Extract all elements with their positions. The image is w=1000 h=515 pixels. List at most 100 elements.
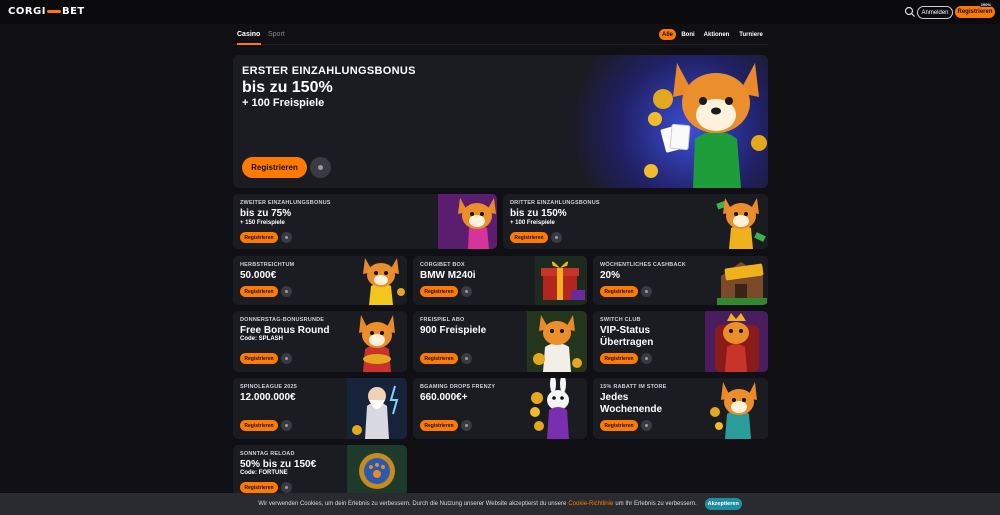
filter-turniere[interactable]: Turniere [737, 29, 765, 40]
promo-card-sunday-reload[interactable]: SONNTAG RELOAD 50% bis zu 150€ Code: FOR… [233, 445, 407, 495]
promo-title-line-2: Wochenende [600, 404, 663, 415]
info-icon [645, 357, 648, 360]
top-bar: CORGI BET Anmelden Registrieren 100% [0, 0, 1000, 24]
info-icon [285, 236, 288, 239]
register-button-label: Registrieren [957, 9, 993, 15]
promo-title: 50% bis zu 150€ [240, 459, 317, 470]
promo-register-button[interactable]: Registrieren [510, 232, 548, 243]
info-icon [285, 290, 288, 293]
promo-register-button[interactable]: Registrieren [240, 286, 278, 297]
logo-text-right: BET [61, 6, 85, 17]
cookie-accept-button[interactable]: Akzeptieren [704, 498, 742, 510]
corgi-autumn-illustration [363, 258, 405, 305]
corgi-teal-illustration [710, 382, 757, 439]
promo-card-weekly-cashback[interactable]: WÖCHENTLICHES CASHBACK 20% Registrieren [593, 256, 768, 305]
promo-title: Free Bonus Round [240, 325, 330, 336]
promo-info-button[interactable] [281, 353, 292, 364]
promo-info-button[interactable] [641, 353, 652, 364]
promo-kicker: FREISPIEL ABO [420, 317, 465, 323]
promo-extra: Code: SPLASH [240, 336, 284, 342]
promo-title: Jedes Wochenende [600, 392, 662, 416]
filter-aktionen[interactable]: Aktionen [702, 29, 731, 40]
paw-medallion-illustration [347, 445, 407, 495]
register-badge: 100% [978, 2, 993, 7]
promo-info-button[interactable] [461, 420, 472, 431]
cashback-house-illustration [717, 262, 767, 305]
filter-boni[interactable]: Boni [680, 29, 696, 40]
promo-kicker: DONNERSTAG-BONUSRUNDE [240, 317, 325, 323]
corgi-pharaoh-illustration [527, 311, 587, 372]
promo-register-button[interactable]: Registrieren [420, 353, 458, 364]
promo-info-button[interactable] [641, 420, 652, 431]
cookie-text: Wir verwenden Cookies, um dein Erlebnis … [258, 501, 567, 507]
promo-info-button[interactable] [461, 353, 472, 364]
info-icon [318, 165, 323, 170]
logo-bone-icon [46, 10, 61, 13]
hero-kicker: ERSTER EINZAHLUNGSBONUS [242, 65, 416, 77]
promo-info-button[interactable] [641, 286, 652, 297]
promo-kicker: SONNTAG RELOAD [240, 451, 295, 457]
promo-kicker: BGAMING DROPS FRENZY [420, 384, 496, 390]
promo-title: 900 Freispiele [420, 325, 487, 336]
promo-register-button[interactable]: Registrieren [240, 482, 278, 493]
promo-card-freispiel-abo[interactable]: FREISPIEL ABO 900 Freispiele Registriere… [413, 311, 587, 372]
info-icon [465, 424, 468, 427]
hero-info-button[interactable] [310, 157, 331, 178]
promo-title-line-1: VIP-Status [600, 325, 651, 336]
promo-card-corgibet-box[interactable]: CORGIBET BOX BMW M240i Registrieren [413, 256, 587, 305]
promo-title-line-1: Jedes [600, 392, 629, 403]
promo-kicker: SPINOLEAGUE 2025 [240, 384, 297, 390]
promo-register-button[interactable]: Registrieren [240, 232, 278, 243]
promo-title: 660.000€+ [420, 392, 468, 403]
tab-sport[interactable]: Sport [268, 31, 285, 38]
promo-info-button[interactable] [281, 286, 292, 297]
promo-info-button[interactable] [281, 232, 292, 243]
promo-extra: + 150 Freispiele [240, 220, 285, 226]
promo-kicker: CORGIBET BOX [420, 262, 465, 268]
cookie-policy-link[interactable]: Cookie-Richtlinie [568, 501, 613, 507]
promo-register-button[interactable]: Registrieren [600, 286, 638, 297]
promo-register-button[interactable]: Registrieren [600, 420, 638, 431]
info-icon [645, 424, 648, 427]
promo-kicker: 15% RABATT IM STORE [600, 384, 667, 390]
promo-info-button[interactable] [551, 232, 562, 243]
logo[interactable]: CORGI BET [8, 6, 85, 17]
promo-kicker: WÖCHENTLICHES CASHBACK [600, 262, 686, 268]
corgi-mascot-illustration [644, 63, 767, 188]
promo-title: 50.000€ [240, 270, 277, 281]
promo-card-store-discount[interactable]: 15% RABATT IM STORE Jedes Wochenende Regi… [593, 378, 768, 439]
search-icon[interactable] [904, 6, 916, 18]
promo-card-bgaming-drops[interactable]: BGAMING DROPS FRENZY 660.000€+ Registrie… [413, 378, 587, 439]
promo-card-second-deposit[interactable]: ZWEITER EINZAHLUNGSBONUS bis zu 75% + 15… [233, 194, 497, 249]
promo-kicker: ZWEITER EINZAHLUNGSBONUS [240, 200, 331, 206]
promo-card-herbstreichtum[interactable]: HERBSTREICHTUM 50.000€ Registrieren [233, 256, 407, 305]
promo-info-button[interactable] [461, 286, 472, 297]
promo-card-spinoleague[interactable]: SPINOLEAGUE 2025 12.000.000€ Registriere… [233, 378, 407, 439]
promo-card-switch-club[interactable]: SWITCH CLUB VIP-Status Übertragen Registr… [593, 311, 768, 372]
hero-register-button[interactable]: Registrieren [242, 157, 307, 178]
promo-register-button[interactable]: Registrieren [420, 286, 458, 297]
zeus-illustration [347, 378, 407, 439]
corgi-chef-illustration [359, 315, 395, 372]
cookie-text-end: um Ihr Erlebnis zu verbessern. [615, 501, 697, 507]
promo-register-button[interactable]: Registrieren [420, 420, 458, 431]
info-icon [465, 357, 468, 360]
promo-card-third-deposit[interactable]: DRITTER EINZAHLUNGSBONUS bis zu 150% + 1… [503, 194, 768, 249]
tab-casino[interactable]: Casino [237, 31, 260, 38]
promo-kicker: DRITTER EINZAHLUNGSBONUS [510, 200, 600, 206]
promo-register-button[interactable]: Registrieren [240, 420, 278, 431]
register-button[interactable]: Registrieren 100% [955, 2, 995, 18]
promo-register-button[interactable]: Registrieren [240, 353, 278, 364]
promo-kicker: SWITCH CLUB [600, 317, 641, 323]
active-tab-indicator [237, 43, 261, 45]
hero-banner: ERSTER EINZAHLUNGSBONUS bis zu 150% + 10… [233, 55, 768, 188]
promo-title: BMW M240i [420, 270, 476, 281]
promo-info-button[interactable] [281, 482, 292, 493]
filter-alle[interactable]: Alle [659, 29, 676, 40]
promo-card-thursday-bonus[interactable]: DONNERSTAG-BONUSRUNDE Free Bonus Round C… [233, 311, 407, 372]
promo-info-button[interactable] [281, 420, 292, 431]
promo-register-button[interactable]: Registrieren [600, 353, 638, 364]
login-button[interactable]: Anmelden [917, 6, 953, 19]
info-icon [285, 486, 288, 489]
logo-text-left: CORGI [8, 6, 46, 17]
